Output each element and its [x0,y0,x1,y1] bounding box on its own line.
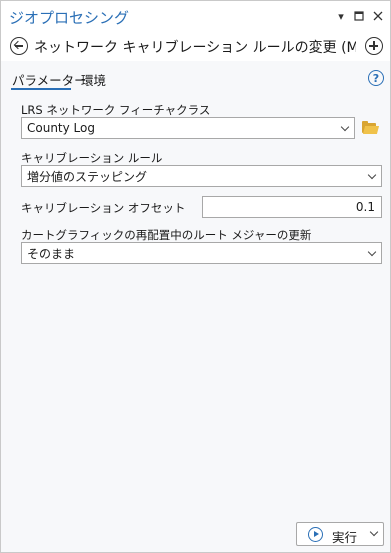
calibration-offset-value: 0.1 [355,200,375,214]
tool-title: ネットワーク キャリブレーション ルールの変更 (Modify N... [34,40,356,56]
lrs-network-label: LRS ネットワーク フィーチャクラス [21,103,211,117]
calibration-offset-input[interactable]: 0.1 [202,196,382,218]
chevron-down-icon [340,122,350,132]
run-label: 実行 [332,530,358,545]
calibration-rule-value: 増分値のステッピング [27,169,148,184]
plus-circle-icon[interactable] [365,37,383,55]
restore-icon[interactable] [352,9,366,23]
chevron-down-icon [367,247,377,257]
play-icon [308,527,323,542]
lrs-network-value: County Log [27,121,95,135]
chevron-down-icon[interactable]: ▾ [334,9,348,23]
pane-titlebar: ジオプロセシング ▾ [1,1,390,31]
tab-environments[interactable]: 環境 [81,70,106,89]
help-icon[interactable]: ? [368,70,384,86]
pane-title: ジオプロセシング [9,9,130,27]
back-arrow-icon[interactable] [10,37,28,55]
folder-icon[interactable] [362,121,380,134]
lrs-network-dropdown[interactable]: County Log [21,117,355,139]
close-icon[interactable] [371,9,385,23]
tab-parameters[interactable]: パラメーター [12,70,87,89]
active-tab-indicator [11,88,71,90]
chevron-down-icon [367,170,377,180]
route-measure-update-label: カートグラフィックの再配置中のルート メジャーの更新 [21,228,312,242]
calibration-rule-label: キャリブレーション ルール [21,151,163,165]
route-measure-update-value: そのまま [27,246,76,261]
chevron-down-icon[interactable] [369,527,379,537]
run-button[interactable]: 実行 [296,522,384,546]
calibration-rule-dropdown[interactable]: 増分値のステッピング [21,165,382,187]
geoprocessing-pane: ジオプロセシング ▾ ネットワーク キャリブレーション ルールの変更 (Modi… [0,0,391,553]
calibration-offset-label: キャリブレーション オフセット [21,201,186,215]
tab-strip: パラメーター 環境 [1,61,390,91]
tool-header: ネットワーク キャリブレーション ルールの変更 (Modify N... [1,31,390,61]
route-measure-update-dropdown[interactable]: そのまま [21,242,382,264]
